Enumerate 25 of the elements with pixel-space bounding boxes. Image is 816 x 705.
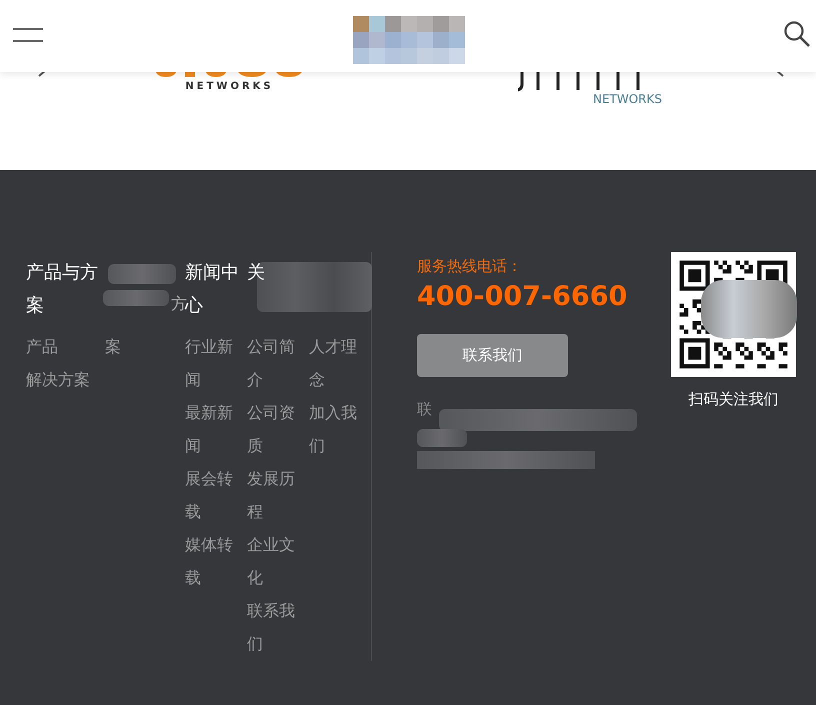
address-fragment: 联 [417,400,432,418]
footer-link[interactable]: 人才理念 [309,330,359,396]
qr-caption: 扫码关注我们 [688,390,778,409]
footer-link[interactable]: 展会转载 [185,462,235,528]
column-heading[interactable]: 产品与方案 [26,256,100,322]
footer-link[interactable]: 解决方案 [26,363,94,396]
footer-link[interactable]: 发展历程 [247,462,297,528]
heading-fragment: 关 [247,261,265,285]
footer-link[interactable]: 公司简介 [247,330,297,396]
hotline-label: 服务热线电话： [417,256,522,276]
footer-link[interactable]: 加入我们 [309,396,359,462]
footer-link[interactable]: 产品 [26,330,94,363]
footer-link[interactable]: 联系我们 [247,594,297,660]
hotline-number: 400-007-6660 [417,280,628,314]
contact-button[interactable]: 联系我们 [417,334,568,377]
footer-link[interactable]: 公司资质 [247,396,297,462]
logo-caption: NETWORKS [592,92,662,106]
column-heading[interactable]: 新闻中心 [185,256,241,322]
footer-link[interactable]: 案 [105,330,155,363]
footer-link[interactable]: 行业新闻 [185,330,235,396]
heading-fragment: 方 [171,294,187,314]
footer-link[interactable]: 企业文化 [247,528,297,594]
footer-link[interactable]: 最新新闻 [185,396,235,462]
logo-caption: NETWORKS [185,81,274,92]
footer-link[interactable]: 媒体转载 [185,528,235,594]
